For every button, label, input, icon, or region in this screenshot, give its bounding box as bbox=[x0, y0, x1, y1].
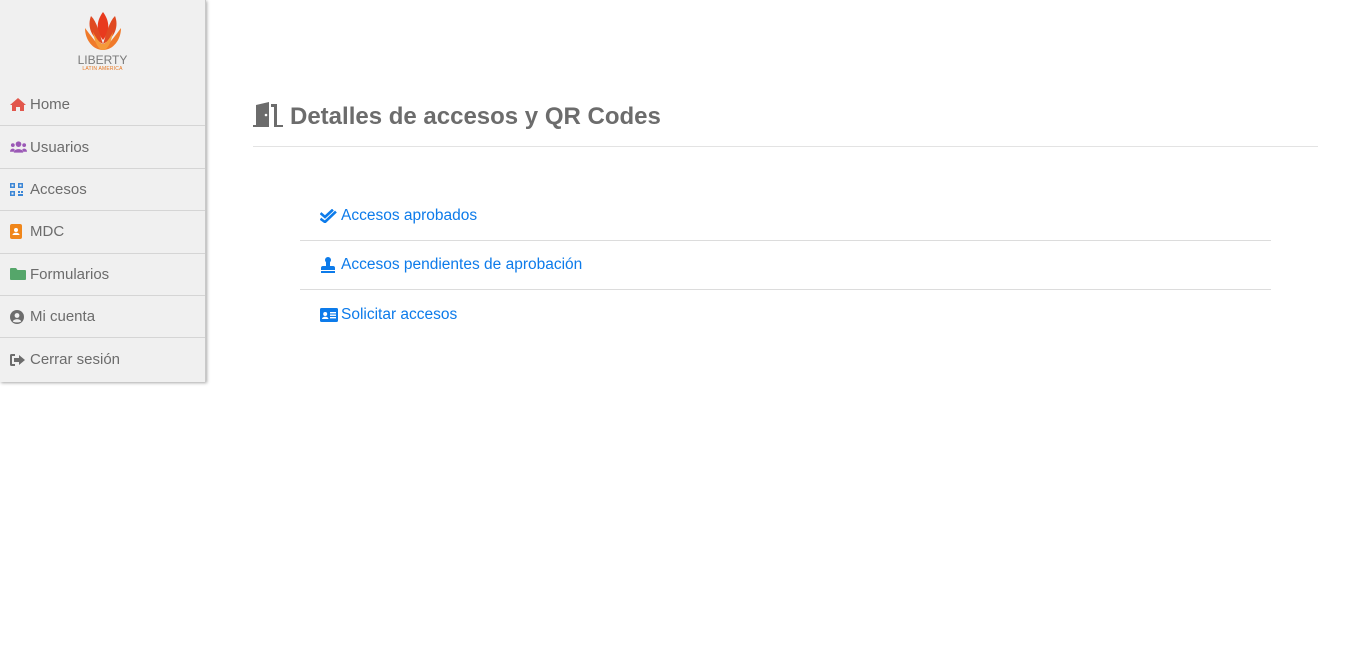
flower-logo-icon bbox=[84, 12, 121, 50]
main-content: Detalles de accesos y QR Codes Accesos a… bbox=[253, 0, 1318, 339]
home-icon bbox=[10, 98, 27, 112]
sidebar-item-label: Accesos bbox=[30, 180, 87, 198]
link-label: Accesos aprobados bbox=[341, 207, 478, 224]
sidebar-item-accesos[interactable]: Accesos bbox=[0, 169, 205, 212]
qrcode-icon bbox=[10, 182, 27, 196]
sidebar: LIBERTY LATIN AMERICA Home Usuarios Acce… bbox=[0, 0, 206, 382]
sidebar-item-mdc[interactable]: MDC bbox=[0, 211, 205, 254]
access-links-list: Accesos aprobados Accesos pendientes de … bbox=[300, 192, 1271, 339]
brand-name: LIBERTY bbox=[77, 53, 128, 67]
sidebar-item-formularios[interactable]: Formularios bbox=[0, 254, 205, 296]
page-title: Detalles de accesos y QR Codes bbox=[290, 103, 661, 130]
sidebar-item-mi-cuenta[interactable]: Mi cuenta bbox=[0, 296, 205, 339]
users-icon bbox=[10, 140, 27, 154]
link-label: Solicitar accesos bbox=[341, 305, 458, 323]
sidebar-item-label: Formularios bbox=[30, 265, 110, 283]
link-label: Accesos pendientes de aprobación bbox=[341, 256, 583, 273]
liberty-logo[interactable]: LIBERTY LATIN AMERICA bbox=[0, 0, 205, 84]
sidebar-item-label: Home bbox=[30, 96, 71, 114]
id-card-icon bbox=[320, 307, 338, 323]
folder-icon bbox=[10, 267, 27, 281]
link-accesos-aprobados[interactable]: Accesos aprobados bbox=[300, 192, 1271, 241]
sidebar-item-usuarios[interactable]: Usuarios bbox=[0, 126, 205, 169]
link-solicitar-accesos[interactable]: Solicitar accesos bbox=[300, 290, 1271, 339]
page-header: Detalles de accesos y QR Codes bbox=[253, 102, 1318, 147]
check-double-icon bbox=[320, 208, 338, 224]
sidebar-item-label: Usuarios bbox=[30, 138, 90, 156]
sidebar-item-label: MDC bbox=[30, 223, 65, 241]
sidebar-item-cerrar-sesion[interactable]: Cerrar sesión bbox=[0, 338, 205, 380]
sidebar-item-label: Cerrar sesión bbox=[30, 351, 121, 369]
address-book-icon bbox=[10, 224, 27, 240]
stamp-icon bbox=[320, 257, 338, 273]
brand-subtitle: LATIN AMERICA bbox=[82, 66, 123, 72]
link-accesos-pendientes[interactable]: Accesos pendientes de aprobación bbox=[300, 241, 1271, 290]
user-circle-icon bbox=[10, 309, 27, 324]
sign-out-icon bbox=[10, 353, 27, 367]
sidebar-item-home[interactable]: Home bbox=[0, 84, 205, 127]
sidebar-item-label: Mi cuenta bbox=[30, 308, 96, 326]
door-open-icon bbox=[253, 102, 283, 128]
